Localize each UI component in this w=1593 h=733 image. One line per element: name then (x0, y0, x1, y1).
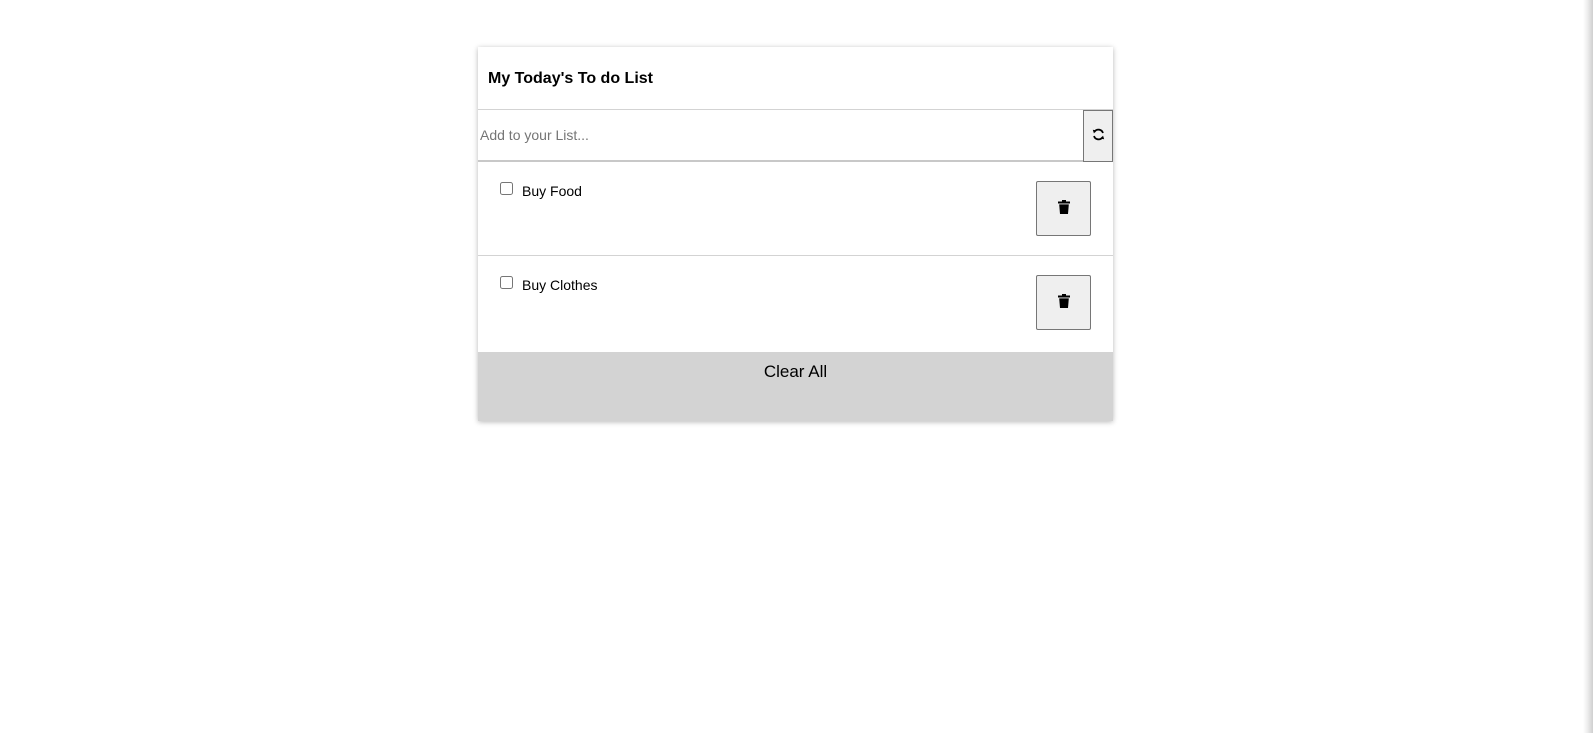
item-checkbox[interactable] (500, 276, 513, 289)
add-item-input[interactable] (478, 110, 1083, 160)
item-label: Buy Clothes (522, 277, 598, 293)
todo-list: Buy Food Buy Clothes (478, 162, 1113, 348)
delete-button[interactable] (1036, 181, 1091, 236)
delete-button[interactable] (1036, 275, 1091, 330)
trash-icon (1057, 294, 1070, 311)
list-item: Buy Food (478, 162, 1113, 255)
add-item-row (478, 109, 1113, 162)
clear-all-button[interactable]: Clear All (478, 352, 1113, 421)
page-title: My Today's To do List (488, 69, 653, 87)
item-label: Buy Food (522, 183, 582, 199)
refresh-icon (1092, 128, 1105, 144)
todo-card: My Today's To do List Buy Food (478, 47, 1113, 421)
window-edge (1583, 0, 1593, 733)
todo-header: My Today's To do List (478, 47, 1113, 109)
trash-icon (1057, 200, 1070, 217)
list-item: Buy Clothes (478, 255, 1113, 348)
refresh-button[interactable] (1083, 110, 1113, 162)
item-checkbox[interactable] (500, 182, 513, 195)
